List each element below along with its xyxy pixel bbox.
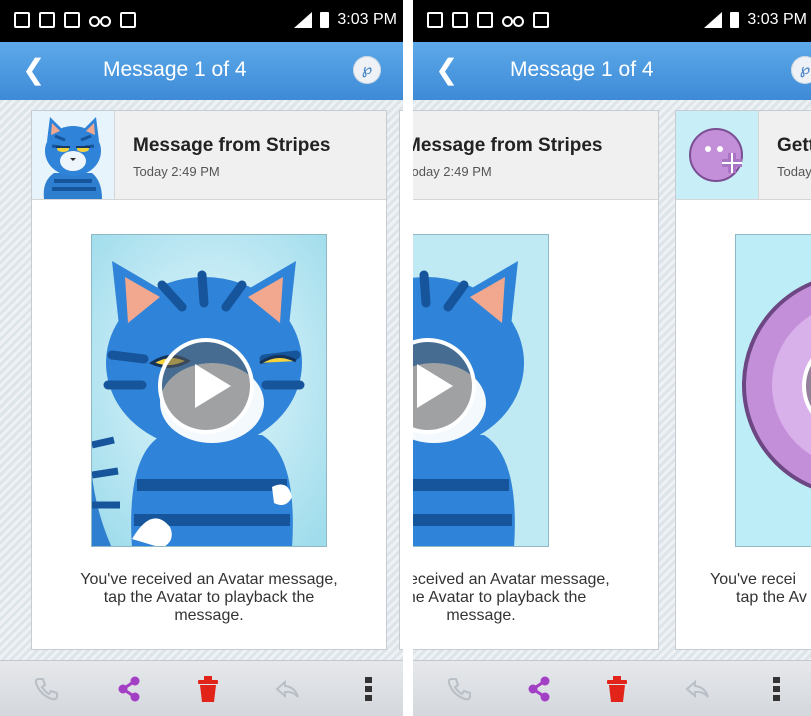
voicemail-icon xyxy=(502,12,524,28)
message-card[interactable]: Message from Stripes Today 2:49 PM xyxy=(413,110,659,650)
status-bar: 3:03 PM xyxy=(413,0,811,42)
signal-icon xyxy=(702,12,723,28)
page-title: Message 1 of 4 xyxy=(510,58,654,81)
avatar-video[interactable] xyxy=(413,234,549,547)
message-description: You've received an Avatar message, tap t… xyxy=(32,571,386,625)
avatar-video[interactable] xyxy=(735,234,811,547)
notification-icons xyxy=(427,12,549,28)
status-bar: 3:03 PM xyxy=(0,0,403,42)
battery-icon xyxy=(320,12,330,28)
share-icon[interactable] xyxy=(115,675,143,703)
sender-name: Message from Stripes xyxy=(133,135,331,156)
avatar xyxy=(32,111,115,199)
message-header: Message from Stripes Today 2:49 PM xyxy=(32,111,386,200)
description-line-1: You've received an Avatar message, xyxy=(80,571,338,588)
voicemail-icon xyxy=(89,12,111,28)
mail-notification-icon xyxy=(64,12,80,28)
calendar-notification-icon xyxy=(14,12,30,28)
store-notification-icon xyxy=(120,12,136,28)
description-line-1: You've received an Avatar message, xyxy=(413,571,610,588)
back-icon[interactable]: ❮ xyxy=(22,56,45,84)
sender-name: Gett xyxy=(777,135,811,156)
reply-icon[interactable] xyxy=(273,675,301,703)
notification-icons xyxy=(14,12,136,28)
image-notification-icon xyxy=(39,12,55,28)
search-icon[interactable]: ℘ xyxy=(353,56,381,84)
back-icon[interactable]: ❮ xyxy=(435,56,458,84)
store-notification-icon xyxy=(533,12,549,28)
screens-divider xyxy=(403,0,413,716)
play-icon[interactable] xyxy=(158,338,254,434)
overflow-menu-icon[interactable] xyxy=(355,675,383,703)
status-time: 3:03 PM xyxy=(747,11,807,28)
message-header: Message from Stripes Today 2:49 PM xyxy=(413,111,658,200)
avatar xyxy=(676,111,759,199)
message-pager: Message from Stripes Today 2:49 PM xyxy=(0,100,403,660)
right-screen: 3:03 PM ❮ Message 1 of 4 ℘ Message from … xyxy=(413,0,811,716)
action-bar: ❮ Message 1 of 4 ℘ xyxy=(0,42,403,100)
message-description: You've received an Avatar message, tap t… xyxy=(413,571,658,625)
description-line-3: message. xyxy=(174,607,244,624)
signal-icon xyxy=(292,12,313,28)
message-header: Gett Today xyxy=(676,111,811,200)
description-line-1: You've recei xyxy=(710,571,797,588)
trash-icon[interactable] xyxy=(194,675,222,703)
avatar-video[interactable] xyxy=(91,234,327,547)
sender-name: Message from Stripes xyxy=(413,135,603,156)
description-line-2: tap the Av xyxy=(736,589,807,606)
search-icon[interactable]: ℘ xyxy=(791,56,811,84)
message-timestamp: Today 2:49 PM xyxy=(133,164,220,179)
share-icon[interactable] xyxy=(525,675,553,703)
message-description: You've recei tap the Av xyxy=(710,571,811,607)
status-time: 3:03 PM xyxy=(337,11,397,28)
image-notification-icon xyxy=(452,12,468,28)
trash-icon[interactable] xyxy=(603,675,631,703)
bottom-toolbar xyxy=(413,660,811,716)
phone-icon[interactable] xyxy=(445,675,473,703)
action-bar: ❮ Message 1 of 4 ℘ xyxy=(413,42,811,100)
battery-icon xyxy=(730,12,740,28)
description-line-2: tap the Avatar to playback the xyxy=(413,589,587,606)
description-line-3: message. xyxy=(446,607,516,624)
mail-notification-icon xyxy=(477,12,493,28)
reply-icon[interactable] xyxy=(683,675,711,703)
page-title: Message 1 of 4 xyxy=(103,58,247,81)
message-timestamp: Today xyxy=(777,164,811,179)
left-screen: 3:03 PM ❮ Message 1 of 4 ℘ Message from … xyxy=(0,0,403,716)
message-pager: Message from Stripes Today 2:49 PM xyxy=(413,100,811,660)
bottom-toolbar xyxy=(0,660,403,716)
message-timestamp: Today 2:49 PM xyxy=(413,164,492,179)
description-line-2: tap the Avatar to playback the xyxy=(103,589,315,606)
message-card[interactable]: Message from Stripes Today 2:49 PM xyxy=(31,110,387,650)
phone-icon[interactable] xyxy=(32,675,60,703)
next-message-card[interactable]: Gett Today You've recei tap the Av xyxy=(675,110,811,650)
overflow-menu-icon[interactable] xyxy=(763,675,791,703)
calendar-notification-icon xyxy=(427,12,443,28)
